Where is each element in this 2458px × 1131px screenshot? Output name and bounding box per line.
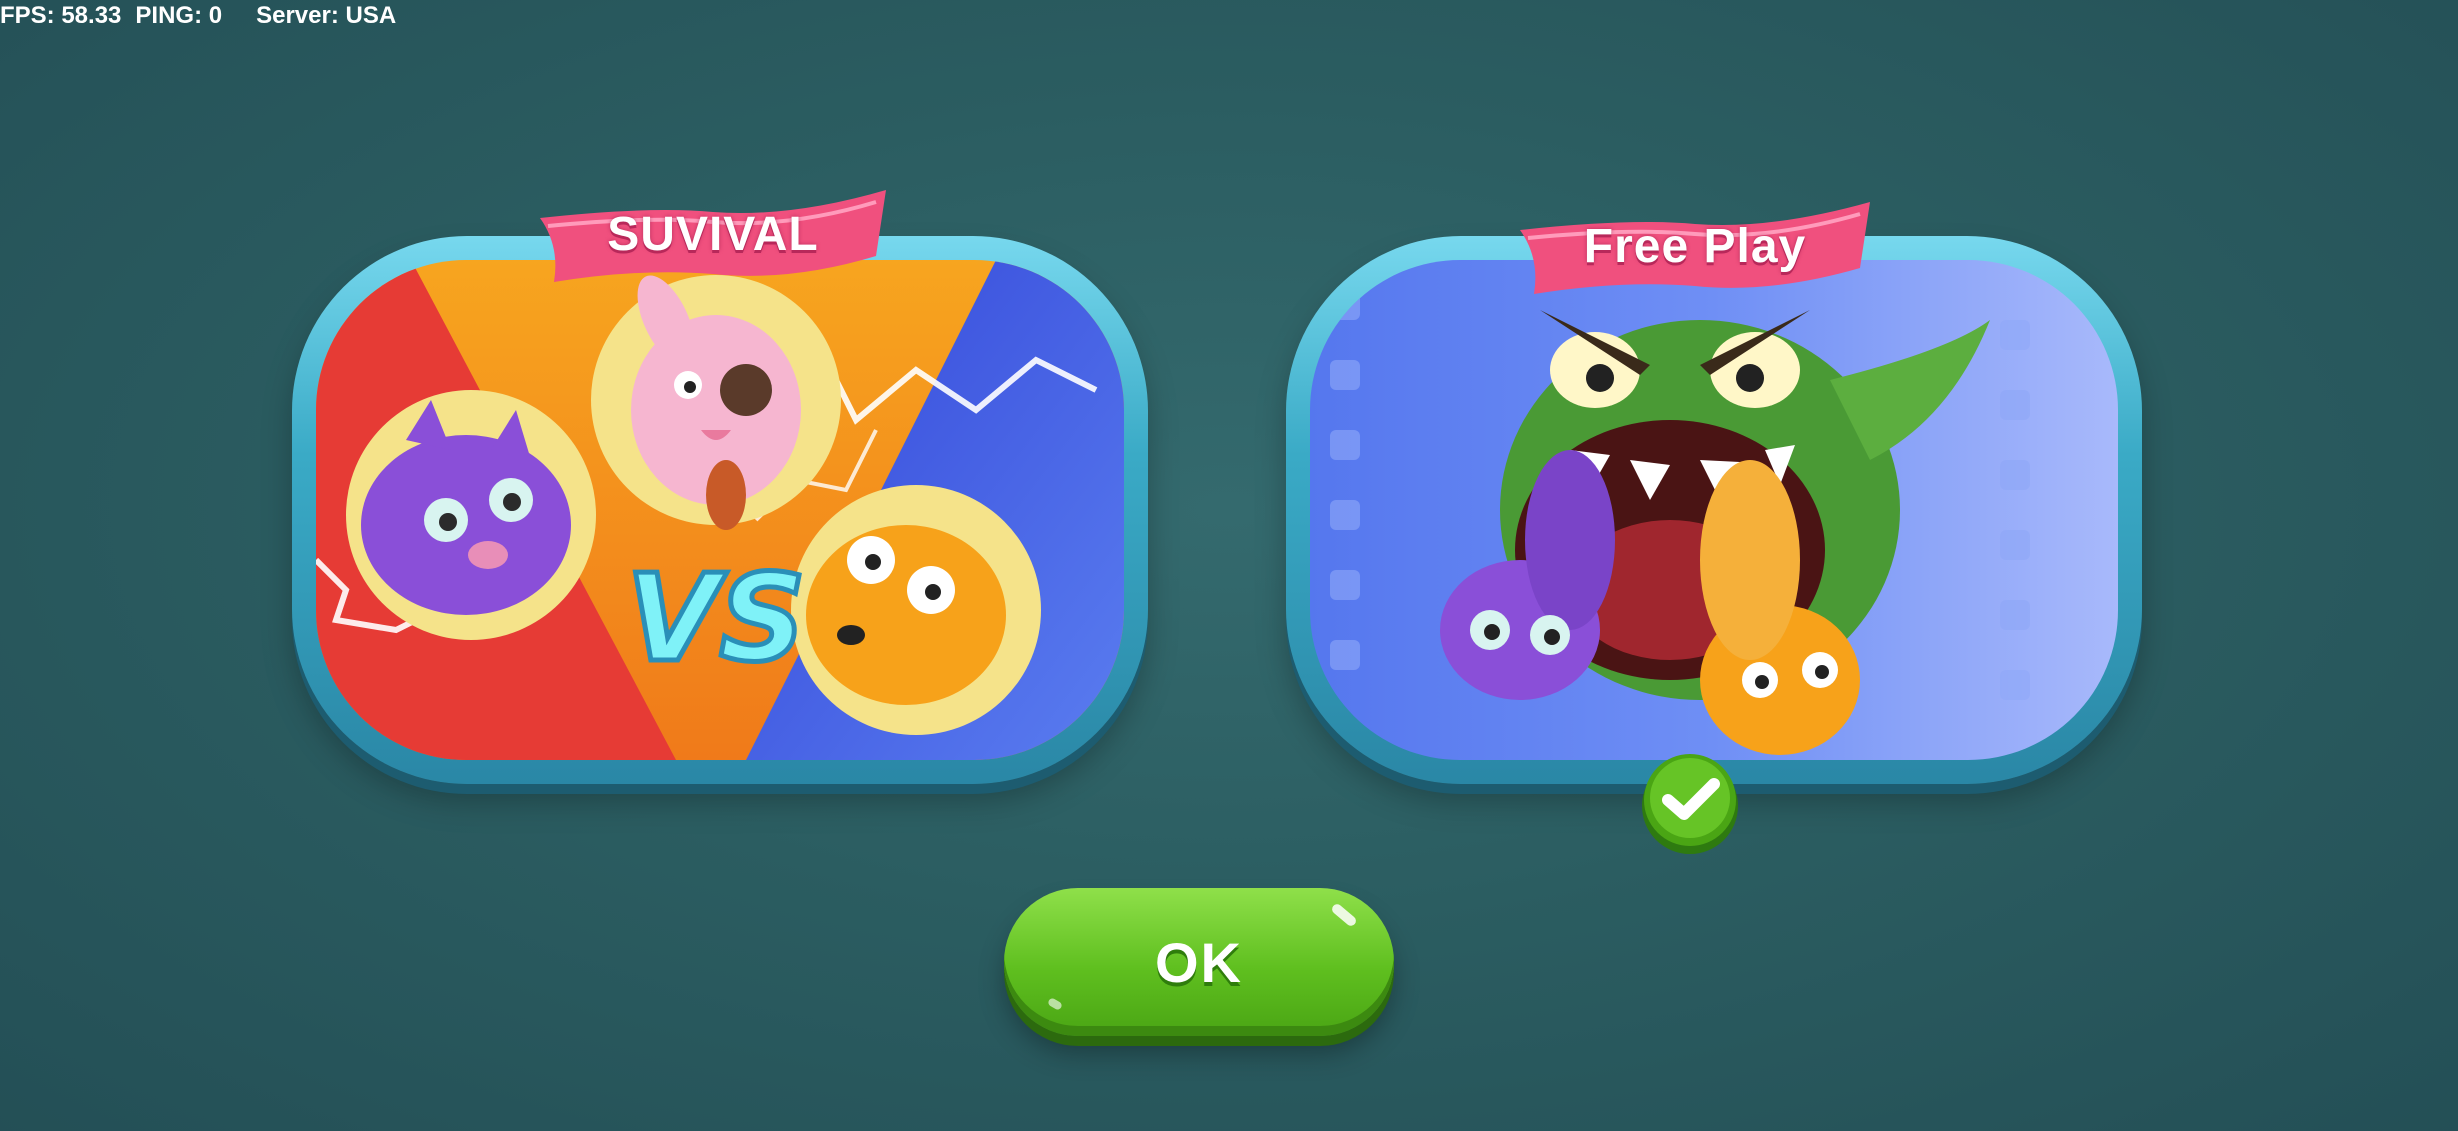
vs-text: VS [626,550,805,689]
fps-readout: FPS: 58.33 [0,2,122,29]
ok-button-label: OK [1155,930,1243,994]
check-icon [1638,750,1742,854]
button-shine [1330,902,1358,928]
survival-artwork: VS [316,260,1124,760]
button-shine [1046,997,1064,1011]
survival-mode-label: SUVIVAL [607,207,819,261]
mode-card-survival[interactable]: VS [292,236,1148,784]
free-play-illustration [1310,260,2118,760]
ping-readout: PING: 0 [135,2,223,29]
free-play-mode-label: Free Play [1583,219,1807,273]
free-play-ribbon: Free Play [1510,198,1880,294]
survival-illustration: VS [316,260,1124,760]
survival-ribbon: SUVIVAL [530,186,896,282]
free-play-artwork [1310,260,2118,760]
server-readout: Server: USA [256,2,397,29]
ok-button[interactable]: OK [1004,888,1394,1036]
debug-hud: FPS: 58.33 PING: 0 Server: USA [0,2,410,30]
mode-card-free-play[interactable] [1286,236,2142,784]
